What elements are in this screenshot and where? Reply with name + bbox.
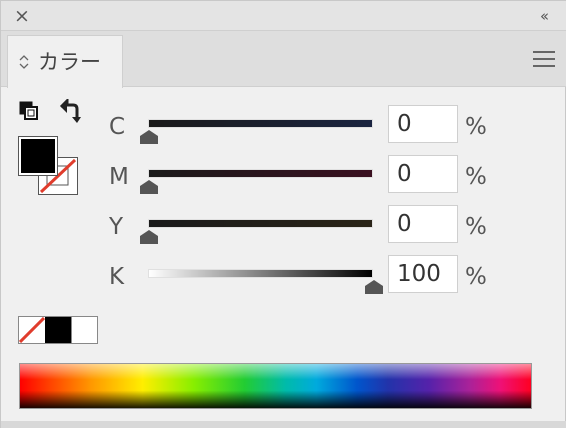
slider-track-k[interactable]	[148, 269, 373, 278]
slider-track-c[interactable]	[148, 119, 373, 128]
tab-strip: カラー	[1, 31, 566, 88]
panel-bottom-edge	[1, 421, 566, 428]
percent-unit-label: %	[465, 264, 487, 290]
slider-thumb-c[interactable]	[140, 129, 158, 144]
hamburger-menu-icon[interactable]	[533, 51, 555, 67]
percent-unit-label: %	[465, 164, 487, 190]
slider-track-m[interactable]	[148, 169, 373, 178]
panel-titlebar: × ‹‹	[1, 1, 566, 31]
white-swatch[interactable]	[71, 317, 97, 343]
tab-color[interactable]: カラー	[7, 35, 123, 88]
swap-fill-stroke-icon[interactable]	[19, 101, 41, 123]
slider-track-y[interactable]	[148, 219, 373, 228]
quick-swatches	[18, 316, 98, 344]
up-down-chevron-icon[interactable]	[18, 54, 30, 70]
channel-label-m: M	[109, 164, 129, 190]
percent-unit-label: %	[465, 214, 487, 240]
fill-swatch[interactable]	[18, 136, 58, 176]
color-spectrum-ramp[interactable]	[19, 363, 532, 409]
black-swatch[interactable]	[45, 317, 71, 343]
channel-value-input-y[interactable]: 0	[388, 205, 458, 243]
tab-label: カラー	[38, 50, 101, 74]
channel-label-c: C	[109, 114, 126, 140]
channel-value-input-k[interactable]: 100	[388, 255, 458, 293]
channel-value-input-m[interactable]: 0	[388, 155, 458, 193]
none-swatch[interactable]	[18, 316, 46, 344]
percent-unit-label: %	[465, 114, 487, 140]
close-icon[interactable]: ×	[11, 5, 33, 27]
slider-thumb-k[interactable]	[365, 279, 383, 294]
slider-thumb-y[interactable]	[140, 229, 158, 244]
channel-label-y: Y	[109, 214, 124, 240]
channel-label-k: K	[109, 264, 125, 290]
channel-value-input-c[interactable]: 0	[388, 105, 458, 143]
swap-arrow-icon[interactable]	[57, 97, 81, 125]
color-panel: × ‹‹ カラー C 0 % M 0 % Y 0 % K 100 %	[0, 0, 566, 428]
slider-thumb-m[interactable]	[140, 179, 158, 194]
collapse-icon[interactable]: ‹‹	[531, 5, 555, 27]
